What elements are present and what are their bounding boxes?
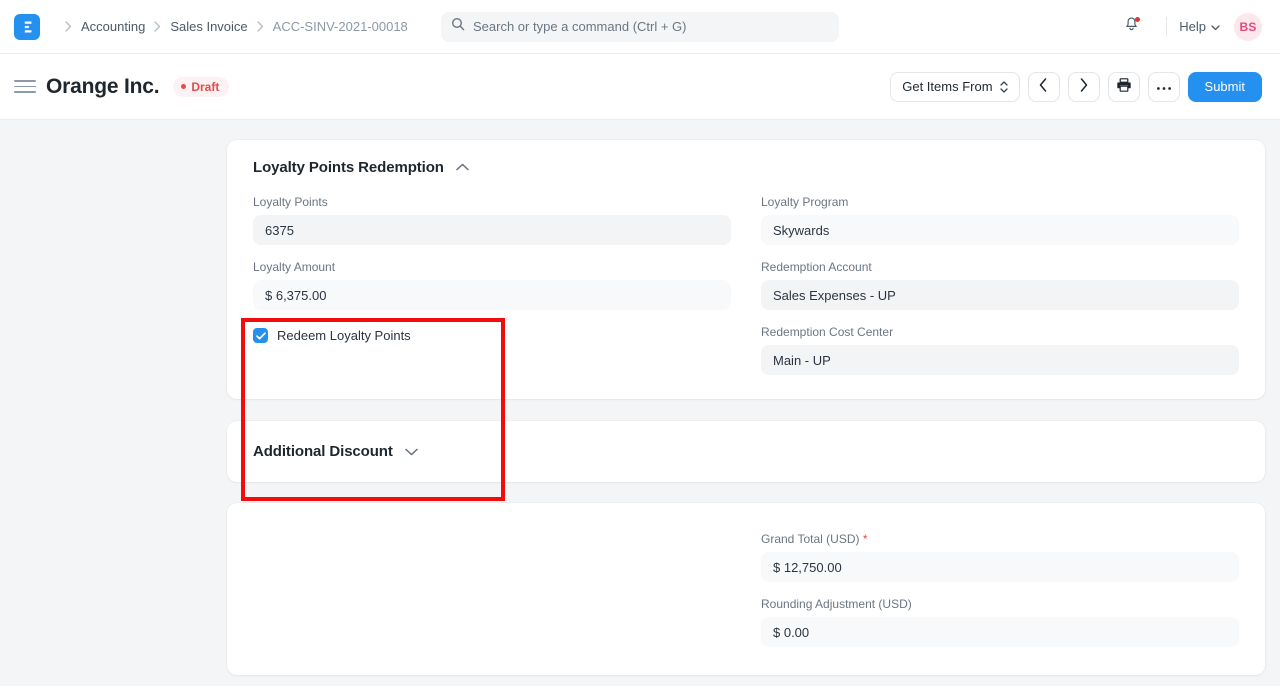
- chevron-down-icon: [1211, 19, 1220, 34]
- breadcrumb-item-sales-invoice[interactable]: Sales Invoice: [170, 18, 247, 35]
- redemption-account-input[interactable]: Sales Expenses - UP: [761, 280, 1239, 310]
- get-items-from-label: Get Items From: [902, 79, 992, 94]
- section-title: Additional Discount: [253, 443, 393, 460]
- notification-badge: [1135, 17, 1140, 22]
- breadcrumb-separator-icon: [65, 21, 72, 32]
- chevron-left-icon: [1039, 78, 1048, 95]
- navbar-divider: [1166, 17, 1167, 37]
- page-actions: Get Items From: [890, 72, 1262, 102]
- field-redemption-cost-center: Redemption Cost Center Main - UP: [761, 324, 1239, 375]
- ellipsis-icon: [1156, 79, 1172, 94]
- page-body: Loyalty Points Redemption Loyalty Points…: [0, 120, 1280, 686]
- breadcrumb: Accounting Sales Invoice ACC-SINV-2021-0…: [56, 18, 408, 35]
- redeem-loyalty-points-checkbox-row[interactable]: Redeem Loyalty Points: [253, 324, 731, 345]
- redemption-cost-center-input[interactable]: Main - UP: [761, 345, 1239, 375]
- card-spacer: [227, 399, 1265, 421]
- section-title: Loyalty Points Redemption: [253, 159, 444, 176]
- field-label: Loyalty Points: [253, 194, 731, 210]
- breadcrumb-separator-icon: [154, 21, 161, 32]
- avatar[interactable]: BS: [1234, 13, 1262, 41]
- navbar-right-group: Help BS: [1116, 12, 1262, 42]
- field-label: Redemption Cost Center: [761, 324, 1239, 340]
- chevron-right-icon: [1079, 78, 1088, 95]
- field-redemption-account: Redemption Account Sales Expenses - UP: [761, 259, 1239, 310]
- section-grid: Loyalty Points 6375 Loyalty Amount $ 6,3…: [253, 194, 1239, 399]
- search-placeholder: Search or type a command (Ctrl + G): [473, 20, 687, 33]
- top-navbar: Accounting Sales Invoice ACC-SINV-2021-0…: [0, 0, 1280, 54]
- search-icon: [451, 17, 465, 36]
- loyalty-points-input[interactable]: 6375: [253, 215, 731, 245]
- field-loyalty-amount: Loyalty Amount $ 6,375.00: [253, 259, 731, 310]
- stepper-updown-icon: [1000, 81, 1008, 93]
- card-spacer: [227, 482, 1265, 503]
- field-label: Rounding Adjustment (USD): [761, 596, 1239, 612]
- global-search[interactable]: Search or type a command (Ctrl + G): [441, 12, 839, 42]
- section-loyalty-points-redemption: Loyalty Points Redemption Loyalty Points…: [227, 140, 1265, 399]
- previous-document-button[interactable]: [1028, 72, 1060, 102]
- printer-icon: [1116, 77, 1132, 96]
- erpnext-logo-icon[interactable]: [14, 14, 40, 40]
- checkbox-label: Redeem Loyalty Points: [277, 328, 411, 343]
- section-grid: Grand Total (USD) * $ 12,750.00 Rounding…: [253, 503, 1239, 675]
- loyalty-program-input[interactable]: Skywards: [761, 215, 1239, 245]
- left-column: [253, 531, 731, 647]
- print-button[interactable]: [1108, 72, 1140, 102]
- field-label: Loyalty Amount: [253, 259, 731, 275]
- breadcrumb-item-accounting[interactable]: Accounting: [81, 18, 145, 35]
- submit-button[interactable]: Submit: [1188, 72, 1262, 102]
- help-label: Help: [1179, 19, 1206, 34]
- section-totals: Grand Total (USD) * $ 12,750.00 Rounding…: [227, 503, 1265, 675]
- chevron-down-icon[interactable]: [405, 448, 418, 456]
- form-column: Loyalty Points Redemption Loyalty Points…: [227, 140, 1265, 675]
- section-header[interactable]: Additional Discount: [253, 421, 1239, 482]
- field-loyalty-program: Loyalty Program Skywards: [761, 194, 1239, 245]
- search-input[interactable]: Search or type a command (Ctrl + G): [441, 12, 839, 42]
- help-menu[interactable]: Help: [1179, 19, 1220, 34]
- breadcrumb-separator-icon: [257, 21, 264, 32]
- loyalty-amount-input[interactable]: $ 6,375.00: [253, 280, 731, 310]
- section-header[interactable]: Loyalty Points Redemption: [253, 140, 1239, 194]
- field-loyalty-points: Loyalty Points 6375: [253, 194, 731, 245]
- field-label: Redemption Account: [761, 259, 1239, 275]
- checkbox-checked-icon[interactable]: [253, 328, 268, 343]
- grand-total-input[interactable]: $ 12,750.00: [761, 552, 1239, 582]
- notifications-button[interactable]: [1116, 12, 1146, 42]
- status-label: Draft: [191, 81, 219, 93]
- right-column: Loyalty Program Skywards Redemption Acco…: [761, 194, 1239, 375]
- field-rounding-adjustment: Rounding Adjustment (USD) $ 0.00: [761, 596, 1239, 647]
- hamburger-icon[interactable]: [14, 76, 36, 98]
- page-title: Orange Inc.: [46, 75, 159, 99]
- page-header: Orange Inc. Draft Get Items From: [0, 54, 1280, 120]
- field-label: Loyalty Program: [761, 194, 1239, 210]
- next-document-button[interactable]: [1068, 72, 1100, 102]
- get-items-from-button[interactable]: Get Items From: [890, 72, 1019, 102]
- breadcrumb-item-document-id[interactable]: ACC-SINV-2021-00018: [273, 18, 408, 35]
- right-column: Grand Total (USD) * $ 12,750.00 Rounding…: [761, 531, 1239, 647]
- required-asterisk: *: [863, 532, 868, 546]
- field-grand-total: Grand Total (USD) * $ 12,750.00: [761, 531, 1239, 582]
- more-options-button[interactable]: [1148, 72, 1180, 102]
- status-badge: Draft: [173, 77, 229, 97]
- chevron-up-icon[interactable]: [456, 163, 469, 171]
- rounding-adjustment-input[interactable]: $ 0.00: [761, 617, 1239, 647]
- status-dot-icon: [181, 84, 186, 89]
- left-column: Loyalty Points 6375 Loyalty Amount $ 6,3…: [253, 194, 731, 375]
- section-additional-discount: Additional Discount: [227, 421, 1265, 482]
- field-label: Grand Total (USD) *: [761, 531, 1239, 547]
